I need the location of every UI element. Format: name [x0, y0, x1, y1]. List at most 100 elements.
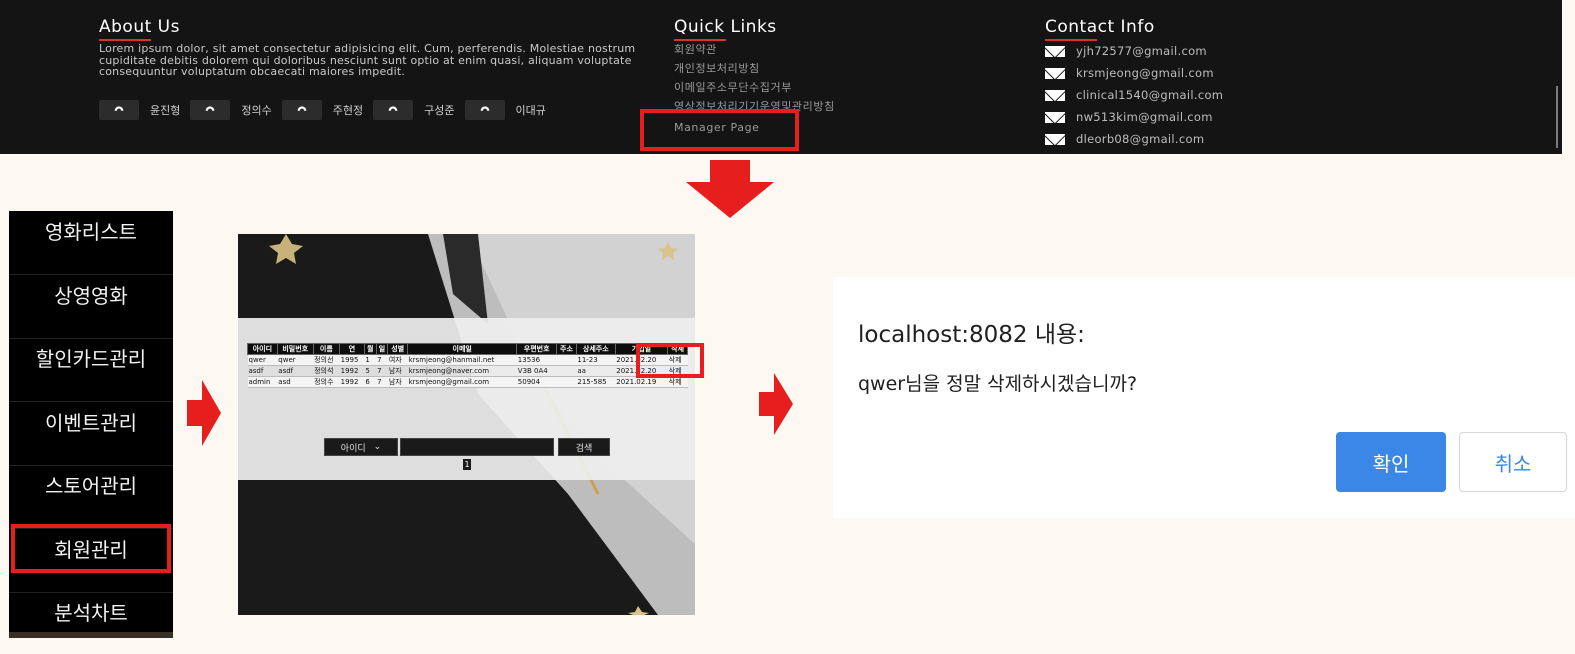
menu-item-analytics[interactable]: 분석차트	[9, 592, 173, 654]
github-icon	[295, 101, 309, 120]
arrow-down-icon	[686, 160, 774, 218]
column-header: 비밀번호	[276, 343, 314, 355]
github-icon	[112, 101, 126, 120]
dialog-title: localhost:8082 내용:	[858, 322, 1085, 348]
pagination-page[interactable]: 1	[463, 459, 471, 470]
members-menu-highlight	[11, 524, 171, 573]
table-cell: aa	[576, 365, 616, 377]
table-cell: 1	[364, 354, 377, 366]
table-cell: krsmjeong@hanmail.net	[407, 354, 517, 366]
table-cell: 13536	[516, 354, 557, 366]
menu-item-now-showing[interactable]: 상영영화	[9, 275, 173, 339]
envelope-icon	[1045, 111, 1065, 123]
member-name: 윤진형	[150, 104, 181, 117]
quick-links-title: Quick Links	[674, 17, 777, 41]
table-cell: 7	[376, 354, 388, 366]
contact-email-item: yjh72577@gmail.com	[1045, 40, 1223, 62]
envelope-icon	[1045, 89, 1065, 101]
dialog-message: qwer님을 정말 삭제하시겠습니까?	[858, 373, 1138, 395]
about-title: About Us	[99, 17, 180, 41]
contact-email: nw513kim@gmail.com	[1076, 110, 1213, 124]
admin-side-menu: 영화리스트 상영영화 할인카드관리 이벤트관리 스토어관리 회원관리 분석차트	[9, 211, 173, 638]
member-name: 주현정	[332, 104, 364, 117]
table-cell: 6	[364, 376, 377, 388]
quick-link-terms[interactable]: 회원약관	[674, 40, 835, 59]
column-header: 상세주소	[575, 343, 616, 355]
menu-item-movie-list[interactable]: 영화리스트	[9, 211, 173, 275]
contact-email: clinical1540@gmail.com	[1076, 88, 1224, 102]
table-cell: 2021.02.19	[615, 376, 668, 388]
table-row: qwer qwer 정의선 1995 1 7 여자 krsmjeong@hanm…	[247, 354, 688, 366]
quick-link-privacy[interactable]: 개인정보처리방침	[674, 59, 835, 78]
table-cell	[556, 365, 577, 377]
table-cell: 11-23	[576, 354, 616, 366]
table-cell: 7	[376, 365, 388, 377]
table-cell: 정의선	[313, 354, 340, 366]
table-cell: 여자	[387, 354, 408, 366]
manager-page-highlight	[640, 109, 799, 151]
contact-email: krsmjeong@gmail.com	[1076, 66, 1214, 80]
table-cell: krsmjeong@naver.com	[407, 365, 517, 377]
member-search-bar: 아이디 ⌄ 검색	[324, 438, 610, 456]
column-header: 우편번호	[516, 343, 558, 355]
contact-email: yjh72577@gmail.com	[1076, 44, 1207, 58]
menu-item-discount-cards[interactable]: 할인카드관리	[9, 338, 173, 402]
table-cell: 남자	[387, 376, 408, 388]
member-table: 아이디 비밀번호 이름 연 월 일 성별 이메일 우편번호 주소 상세주소 가입…	[247, 343, 688, 388]
column-header: 이메일	[407, 343, 518, 355]
github-button[interactable]	[99, 100, 139, 120]
envelope-icon	[1045, 67, 1065, 79]
search-select-value: 아이디	[340, 443, 366, 454]
github-icon	[386, 101, 400, 120]
table-cell: 50904	[516, 376, 557, 388]
table-row: admin asd 정의수 1992 6 7 남자 krsmjeong@gmai…	[247, 376, 688, 388]
github-button[interactable]	[464, 100, 505, 120]
table-cell	[556, 354, 577, 366]
column-header: 성별	[387, 343, 409, 355]
table-cell: 정의수	[313, 376, 340, 388]
github-button[interactable]	[281, 100, 322, 120]
member-list-panel: 아이디 비밀번호 이름 연 월 일 성별 이메일 우편번호 주소 상세주소 가입…	[238, 318, 695, 480]
contact-list: yjh72577@gmail.com krsmjeong@gmail.com c…	[1045, 40, 1223, 150]
table-header-row: 아이디 비밀번호 이름 연 월 일 성별 이메일 우편번호 주소 상세주소 가입…	[247, 343, 688, 355]
table-cell: 정의석	[313, 365, 340, 377]
table-cell: 215-585	[576, 376, 616, 388]
menu-item-events[interactable]: 이벤트관리	[9, 402, 173, 466]
table-cell: 1992	[339, 376, 365, 388]
menu-bottom-edge	[9, 632, 173, 638]
arrow-right-icon	[759, 373, 793, 435]
tutorial-flow: About Us Lorem ipsum dolor, sit amet con…	[0, 0, 1575, 654]
menu-item-store[interactable]: 스토어관리	[9, 465, 173, 529]
github-icon	[478, 101, 492, 120]
scrollbar[interactable]	[1556, 86, 1558, 148]
search-input[interactable]	[400, 438, 554, 456]
cancel-button[interactable]: 취소	[1459, 432, 1567, 492]
table-cell: 1992	[339, 365, 365, 377]
member-name: 정의수	[241, 104, 272, 117]
table-cell: admin	[247, 376, 278, 388]
table-cell: qwer	[277, 354, 314, 366]
search-field-select[interactable]: 아이디 ⌄	[324, 438, 398, 456]
table-row: asdf asdf 정의석 1992 5 7 남자 krsmjeong@nave…	[247, 365, 688, 377]
about-text: Lorem ipsum dolor, sit amet consectetur …	[99, 42, 636, 78]
github-button[interactable]	[373, 100, 414, 120]
table-cell: asdf	[277, 365, 314, 377]
github-button[interactable]	[190, 100, 231, 120]
table-cell: 남자	[387, 365, 408, 377]
column-header: 월	[363, 343, 377, 355]
confirm-button[interactable]: 확인	[1336, 432, 1446, 492]
contact-info-title: Contact Info	[1045, 17, 1155, 41]
column-header: 주소	[556, 343, 577, 355]
table-cell: 1995	[339, 354, 365, 366]
delete-link-highlight	[636, 343, 704, 378]
quick-link-email-policy[interactable]: 이메일주소무단수집거부	[674, 78, 835, 97]
search-button[interactable]: 검색	[558, 438, 610, 456]
github-icon	[203, 101, 217, 120]
site-footer: About Us Lorem ipsum dolor, sit amet con…	[0, 0, 1562, 154]
table-cell	[556, 376, 577, 388]
delete-link[interactable]: 삭제	[667, 376, 688, 388]
envelope-icon	[1045, 45, 1065, 57]
member-admin-screen: 아이디 비밀번호 이름 연 월 일 성별 이메일 우편번호 주소 상세주소 가입…	[238, 234, 695, 615]
table-cell: asd	[277, 376, 314, 388]
member-name: 이대규	[515, 104, 546, 117]
